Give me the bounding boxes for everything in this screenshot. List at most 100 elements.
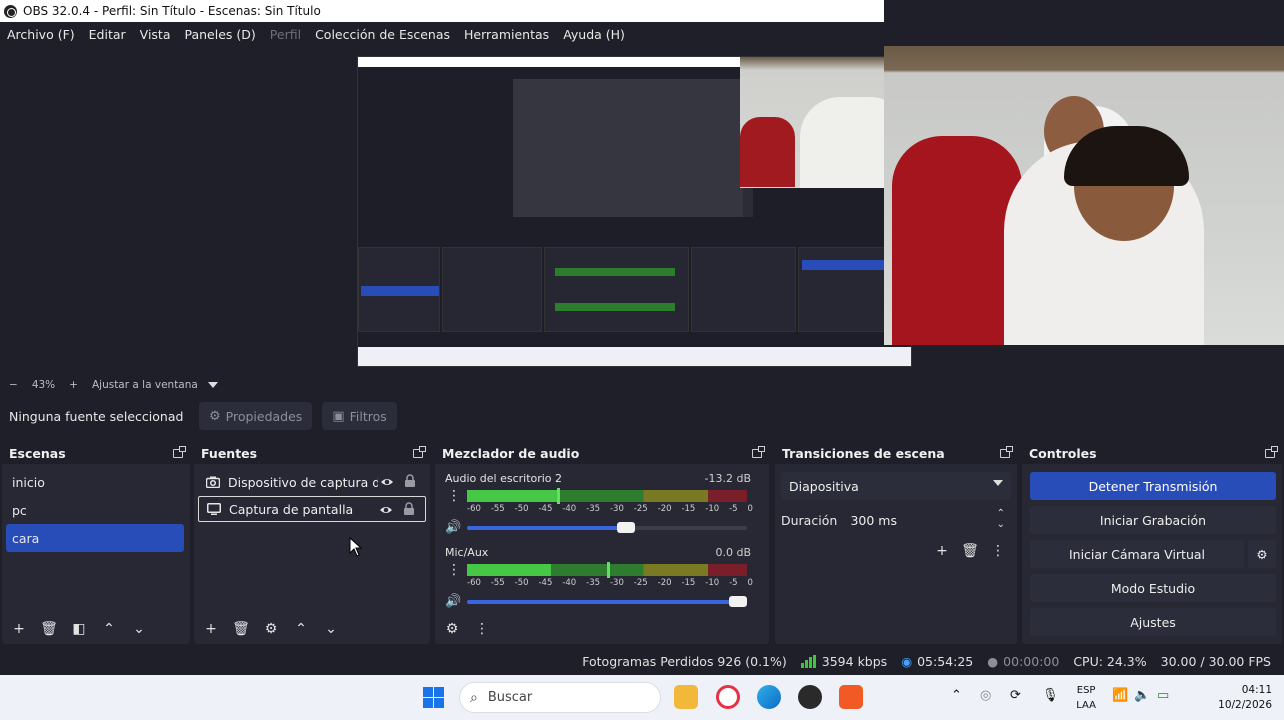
window-titlebar: OBS 32.0.4 - Perfil: Sin Título - Escena… (0, 0, 884, 22)
zoom-value: 43% (31, 379, 56, 391)
program-preview[interactable] (0, 46, 1284, 376)
stop-streaming-button[interactable]: Detener Transmisión (1030, 472, 1276, 500)
volume-slider[interactable] (467, 522, 747, 533)
meter-tick-label: -20 (657, 578, 672, 588)
volume-icon[interactable]: 🔈 (1134, 688, 1150, 703)
sources-toolbar: + 🗑 ⚙ ⌃ ⌄ (194, 614, 430, 644)
duration-label: Duración (781, 512, 838, 528)
menu-archivo[interactable]: Archivo (F) (7, 27, 75, 42)
scene-filters-icon[interactable]: ◧ (68, 618, 90, 640)
scene-item-cara[interactable]: cara (6, 524, 184, 552)
studio-mode-button[interactable]: Modo Estudio (1030, 574, 1276, 602)
kebab-menu-icon[interactable]: ⋮ (471, 618, 493, 640)
transition-select[interactable]: Diapositiva (781, 472, 1011, 500)
source-item-screen-capture[interactable]: Captura de pantalla (198, 496, 426, 522)
battery-icon[interactable]: ▭ (1157, 688, 1169, 703)
lock-icon[interactable] (404, 474, 416, 488)
stream-time-value: 05:54:25 (917, 653, 974, 669)
speaker-icon[interactable]: 🔊 (445, 520, 461, 535)
edge-icon[interactable] (757, 685, 781, 709)
channel-db: -13.2 dB (704, 472, 752, 485)
zoom-in-button[interactable]: + (69, 379, 78, 391)
menu-coleccion-escenas[interactable]: Colección de Escenas (315, 27, 450, 42)
camera-icon (206, 476, 220, 488)
move-up-icon[interactable]: ⌃ (98, 618, 120, 640)
taskbar-search[interactable]: ⌕ Buscar (459, 682, 661, 713)
taskbar-clock[interactable]: 04:11 10/2/2026 (1218, 683, 1272, 713)
filters-button[interactable]: ▣ Filtros (322, 402, 397, 430)
opera-icon[interactable] (716, 685, 740, 709)
zoom-bar: − 43% + Ajustar a la ventana (0, 376, 1284, 394)
tray-chevron-up-icon[interactable]: ⌃ (951, 688, 962, 703)
gear-icon[interactable]: ⚙ (260, 618, 282, 640)
kebab-menu-icon[interactable]: ⋮ (447, 489, 461, 503)
obs-taskbar-icon[interactable] (798, 685, 822, 709)
search-placeholder: Buscar (487, 690, 533, 705)
windows-start-icon[interactable] (423, 687, 444, 708)
undock-icon[interactable] (413, 445, 426, 458)
sources-dock: Fuentes Dispositivo de captura de video … (194, 442, 430, 644)
language-indicator[interactable]: ESP LAA (1076, 683, 1096, 713)
nested-screen-capture (357, 56, 912, 367)
scene-item-inicio[interactable]: inicio (2, 468, 184, 496)
slider-knob[interactable] (617, 522, 636, 533)
controls-dock-header: Controles (1022, 442, 1282, 464)
brave-icon[interactable] (839, 685, 863, 709)
slider-knob[interactable] (729, 596, 748, 607)
trash-icon[interactable]: 🗑 (38, 618, 60, 640)
add-source-icon[interactable]: + (200, 618, 222, 640)
move-down-icon[interactable]: ⌄ (128, 618, 150, 640)
transitions-dock-header: Transiciones de escena (775, 442, 1017, 464)
bitrate-indicator: 3594 kbps (800, 654, 887, 669)
menu-herramientas[interactable]: Herramientas (464, 27, 549, 42)
move-down-icon[interactable]: ⌄ (320, 618, 342, 640)
zoom-out-button[interactable]: − (9, 379, 18, 391)
meter-ticks: -60 -55 -50 -45 -40 -35 -30 -25 -20 -15 -10 -5 0 (467, 578, 753, 588)
sync-icon[interactable]: ⟳ (1010, 688, 1021, 703)
move-up-icon[interactable]: ⌃ (290, 618, 312, 640)
trash-icon[interactable]: 🗑 (959, 540, 981, 562)
add-scene-icon[interactable]: + (8, 618, 30, 640)
add-transition-icon[interactable]: + (931, 540, 953, 562)
menu-vista[interactable]: Vista (140, 27, 171, 42)
gear-icon[interactable]: ⚙ (441, 618, 463, 640)
transitions-title: Transiciones de escena (782, 445, 945, 461)
start-recording-button[interactable]: Iniciar Grabación (1030, 506, 1276, 534)
cpu-usage: CPU: 24.3% (1073, 653, 1147, 669)
undock-icon[interactable] (752, 445, 765, 458)
wifi-icon[interactable]: 📶 (1112, 688, 1128, 703)
lock-icon[interactable] (403, 502, 415, 516)
undock-icon[interactable] (1000, 445, 1013, 458)
microphone-icon[interactable]: 🎙 (1042, 688, 1059, 703)
file-explorer-icon[interactable] (674, 685, 698, 709)
trash-icon[interactable]: 🗑 (230, 618, 252, 640)
meter-tick-label: 0 (747, 504, 753, 514)
menu-editar[interactable]: Editar (89, 27, 126, 42)
status-bar: Fotogramas Perdidos 926 (0.1%) 3594 kbps… (0, 648, 1284, 674)
channel-name: Audio del escritorio 2 (445, 472, 563, 485)
menu-ayuda[interactable]: Ayuda (H) (563, 27, 625, 42)
volume-slider[interactable] (467, 596, 748, 607)
zoom-dropdown-icon[interactable] (207, 382, 218, 388)
properties-button[interactable]: ⚙ Propiedades (199, 402, 313, 430)
scenes-dock: Escenas inicio pc cara + 🗑 ◧ ⌃ ⌄ (2, 442, 190, 644)
kebab-menu-icon[interactable]: ⋮ (447, 563, 461, 577)
mixer-toolbar: ⚙ ⋮ (435, 614, 769, 644)
start-virtual-camera-button[interactable]: Iniciar Cámara Virtual (1030, 540, 1244, 568)
undock-icon[interactable] (1265, 445, 1278, 458)
tray-app-icon[interactable]: ◎ (980, 688, 991, 703)
scene-item-pc[interactable]: pc (2, 496, 184, 524)
menu-paneles[interactable]: Paneles (D) (185, 27, 256, 42)
eye-icon[interactable] (380, 475, 394, 489)
source-item-video-capture[interactable]: Dispositivo de captura de video (198, 469, 426, 495)
duration-spinbox[interactable]: 300 ms ⌃ ⌄ (842, 506, 1011, 534)
undock-icon[interactable] (173, 445, 186, 458)
fit-to-window-label[interactable]: Ajustar a la ventana (92, 379, 198, 391)
kebab-menu-icon[interactable]: ⋮ (987, 540, 1009, 562)
speaker-icon[interactable]: 🔊 (445, 594, 461, 609)
settings-button[interactable]: Ajustes (1030, 608, 1276, 636)
spin-arrows-icon[interactable]: ⌃ ⌄ (997, 508, 1005, 530)
virtual-camera-settings-button[interactable]: ⚙ (1248, 540, 1276, 568)
filters-label: Filtros (349, 408, 387, 424)
eye-icon[interactable] (379, 503, 393, 517)
